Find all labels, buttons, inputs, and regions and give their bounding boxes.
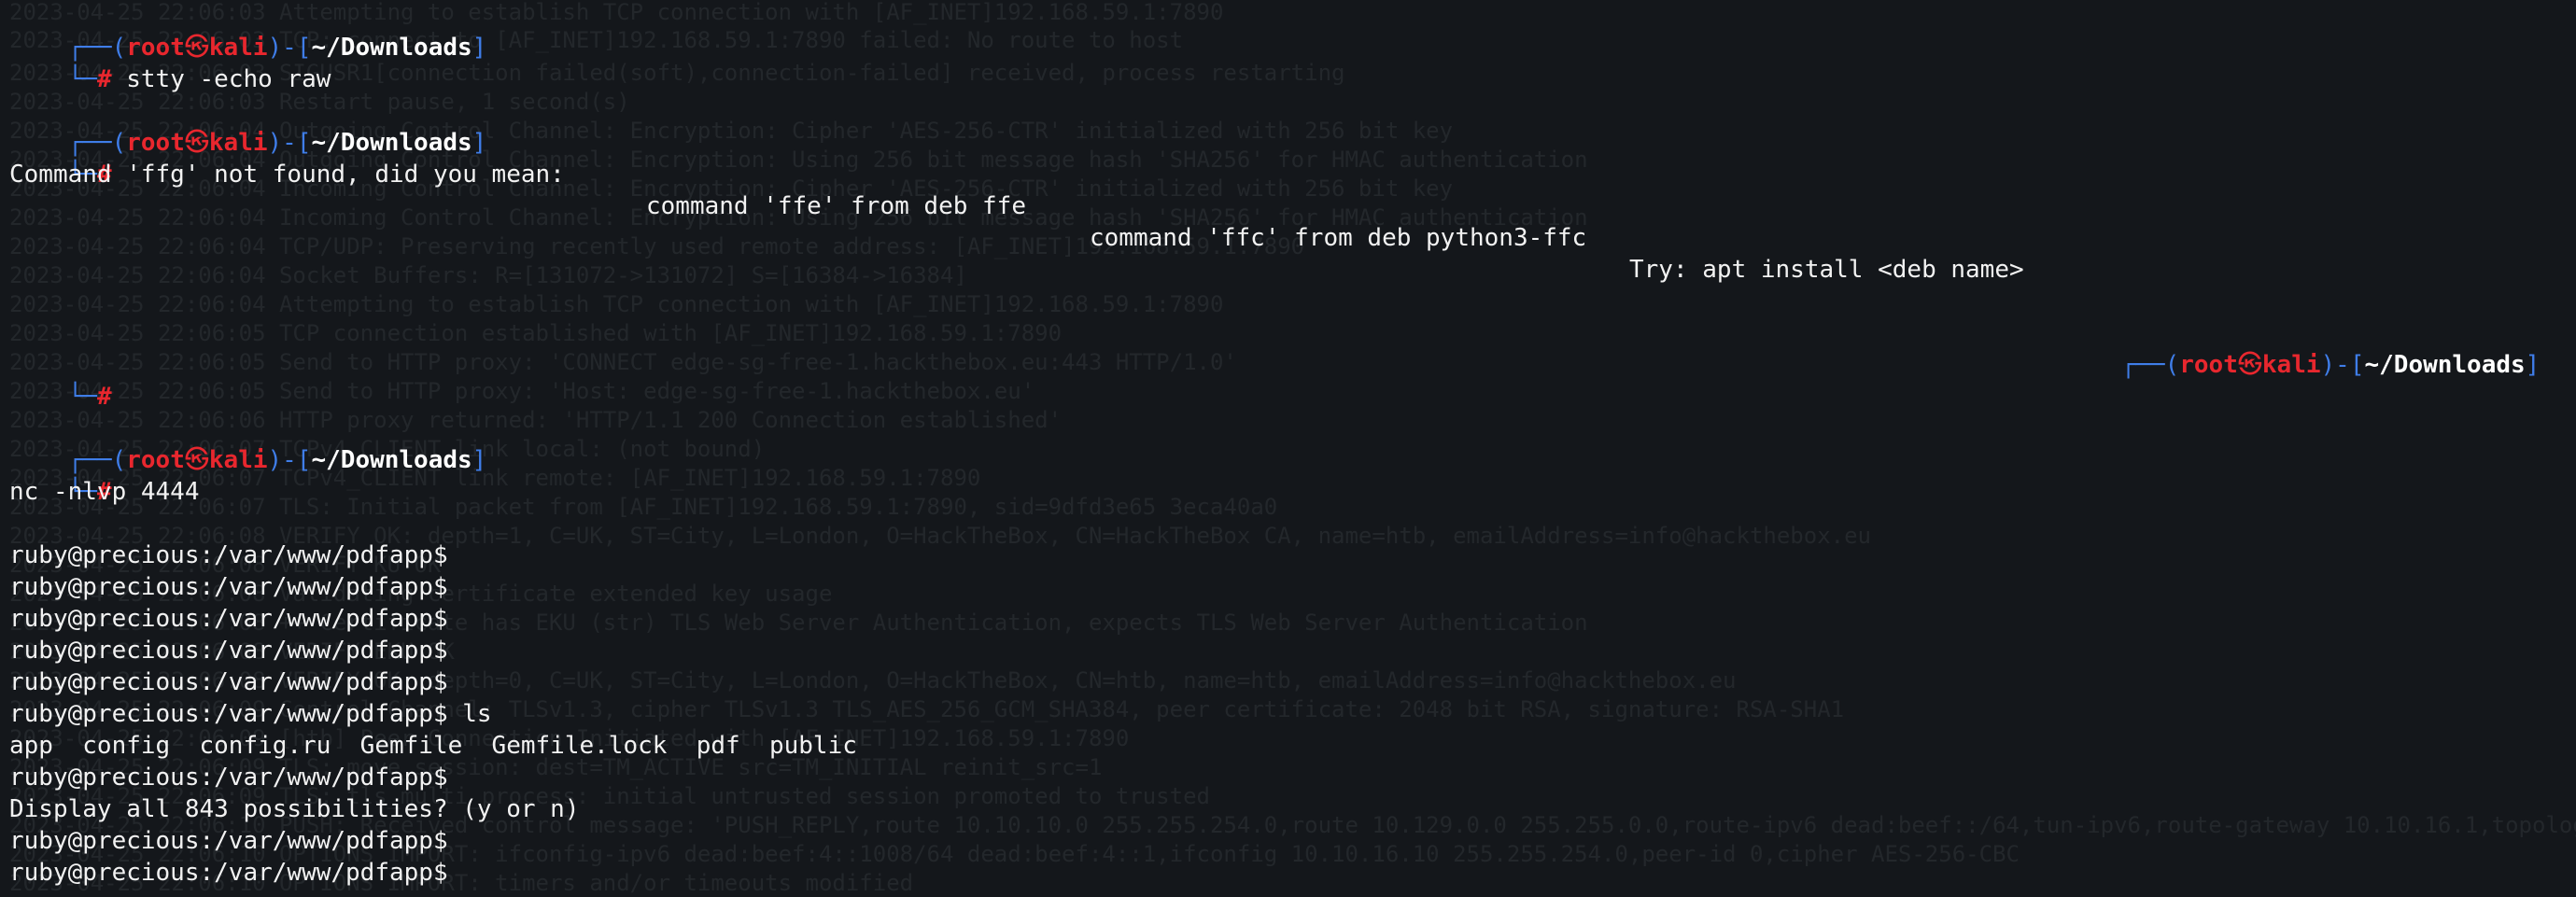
- command-text: stty -echo raw: [126, 65, 331, 93]
- prompt-hash: #: [96, 65, 112, 93]
- prompt-paren: (: [2164, 351, 2180, 379]
- prompt-bracket: ]: [2525, 351, 2541, 379]
- skull-icon: ㉿: [184, 446, 209, 474]
- prompt-paren: ): [267, 446, 283, 474]
- ruby-prompt: ruby@precious:/var/www/pdfapp$: [9, 859, 448, 887]
- prompt-cwd: ~/Downloads: [311, 129, 472, 157]
- command-text: nc -nlvp 4444: [9, 478, 200, 506]
- prompt-corner: └─: [67, 65, 97, 93]
- install-hint: Try: apt install <deb name>: [1629, 256, 2024, 284]
- command-text: ls: [447, 700, 492, 728]
- prompt-bracket: [: [296, 446, 312, 474]
- prompt-bracket: [: [2349, 351, 2365, 379]
- ruby-prompt: ruby@precious:/var/www/pdfapp$: [9, 605, 448, 633]
- error-message: Command 'ffg' not found, did you mean:: [9, 161, 565, 189]
- ruby-prompt: ruby@precious:/var/www/pdfapp$: [9, 827, 448, 855]
- completion-prompt: Display all 843 possibilities? (y or n): [9, 795, 580, 823]
- prompt-bracket: ]: [472, 34, 487, 62]
- suggestion-line: command 'ffe' from deb ffe: [646, 192, 1026, 220]
- shell-prompt: ┌──(root㉿kali)-[~/Downloads]: [9, 95, 487, 157]
- suggestion-line: command 'ffc' from deb python3-ffc: [1090, 224, 1587, 252]
- ruby-prompt: ruby@precious:/var/www/pdfapp$: [9, 541, 448, 569]
- prompt-cwd: ~/Downloads: [311, 446, 472, 474]
- prompt-paren: ): [2320, 351, 2336, 379]
- prompt-corner: ┌──: [2120, 351, 2165, 379]
- shell-prompt: ┌──(root㉿kali)-[~/Downloads]: [9, 0, 487, 62]
- prompt-host: kali: [2261, 351, 2321, 379]
- ruby-prompt: ruby@precious:/var/www/pdfapp$: [9, 700, 448, 728]
- prompt-corner: └─: [67, 383, 97, 411]
- ruby-command-line: ruby@precious:/var/www/pdfapp$ ls: [9, 698, 492, 730]
- shell-prompt: ┌──(root㉿kali)-[~/Downloads]: [2062, 317, 2541, 379]
- prompt-host: kali: [208, 129, 268, 157]
- prompt-hash: #: [96, 383, 112, 411]
- prompt-cwd: ~/Downloads: [311, 34, 472, 62]
- prompt-dash: -: [2335, 351, 2350, 379]
- ruby-prompt: ruby@precious:/var/www/pdfapp$: [9, 573, 448, 601]
- prompt-paren: (: [111, 446, 127, 474]
- shell-command-line: └─#: [9, 127, 112, 189]
- prompt-dash: -: [282, 446, 297, 474]
- prompt-cwd: ~/Downloads: [2364, 351, 2526, 379]
- shell-command-line: └─#: [9, 349, 112, 411]
- shell-prompt: ┌──(root㉿kali)-[~/Downloads]: [9, 413, 487, 474]
- ruby-prompt: ruby@precious:/var/www/pdfapp$: [9, 764, 448, 792]
- skull-icon: ㉿: [2237, 351, 2262, 379]
- shell-command-line: └─# stty -echo raw: [9, 32, 331, 93]
- skull-icon: ㉿: [184, 129, 209, 157]
- shell-command-line: └─#: [9, 444, 112, 506]
- prompt-bracket: ]: [472, 446, 487, 474]
- prompt-user: root: [126, 129, 185, 157]
- prompt-paren: ): [267, 129, 283, 157]
- prompt-paren: (: [111, 129, 127, 157]
- prompt-user: root: [2179, 351, 2238, 379]
- ruby-prompt: ruby@precious:/var/www/pdfapp$: [9, 668, 448, 696]
- prompt-bracket: [: [296, 129, 312, 157]
- ls-output: app config config.ru Gemfile Gemfile.loc…: [9, 732, 857, 760]
- ruby-prompt: ruby@precious:/var/www/pdfapp$: [9, 637, 448, 665]
- prompt-dash: -: [282, 129, 297, 157]
- prompt-bracket: ]: [472, 129, 487, 157]
- prompt-user: root: [126, 446, 185, 474]
- terminal-window[interactable]: { "prompt": { "user": "root", "skull": "…: [0, 0, 2576, 896]
- prompt-host: kali: [208, 446, 268, 474]
- terminal-output[interactable]: ┌──(root㉿kali)-[~/Downloads] └─# stty -e…: [0, 0, 2576, 887]
